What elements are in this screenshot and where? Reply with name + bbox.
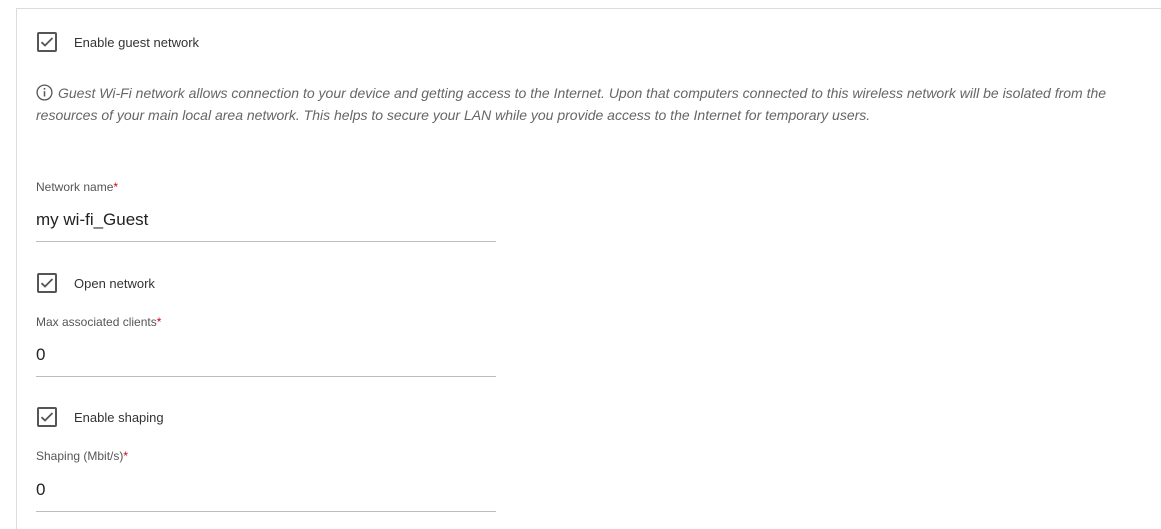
- checkmark-icon: [40, 412, 54, 422]
- info-icon: [36, 84, 53, 101]
- open-network-label: Open network: [74, 275, 155, 291]
- network-name-input[interactable]: [36, 207, 496, 233]
- network-name-field[interactable]: [36, 207, 496, 242]
- enable-guest-network-checkbox[interactable]: [37, 32, 57, 52]
- enable-shaping-row[interactable]: Enable shaping: [37, 406, 164, 428]
- max-clients-field[interactable]: [36, 342, 496, 377]
- enable-guest-network-label: Enable guest network: [74, 34, 200, 50]
- shaping-input[interactable]: [36, 477, 496, 503]
- required-mark: *: [156, 315, 162, 329]
- required-mark: *: [123, 449, 129, 463]
- shaping-field[interactable]: [36, 477, 496, 512]
- enable-guest-network-row[interactable]: Enable guest network: [37, 31, 199, 53]
- max-clients-label-text: Max associated clients: [36, 315, 157, 329]
- checkmark-icon: [40, 278, 54, 288]
- guest-network-info-text: Guest Wi-Fi network allows connection to…: [36, 85, 1107, 123]
- max-clients-label: Max associated clients*: [36, 315, 161, 329]
- enable-shaping-label: Enable shaping: [74, 409, 164, 425]
- enable-shaping-checkbox[interactable]: [37, 407, 57, 427]
- shaping-label: Shaping (Mbit/s)*: [36, 449, 128, 463]
- network-name-label-text: Network name: [36, 180, 114, 194]
- guest-network-info: Guest Wi-Fi network allows connection to…: [36, 82, 1146, 126]
- shaping-label-text: Shaping (Mbit/s): [36, 449, 124, 463]
- checkmark-icon: [40, 37, 54, 47]
- network-name-label: Network name*: [36, 180, 118, 194]
- open-network-checkbox[interactable]: [37, 273, 57, 293]
- max-clients-input[interactable]: [36, 342, 496, 368]
- open-network-row[interactable]: Open network: [37, 272, 155, 294]
- guest-network-panel: Enable guest network Guest Wi-Fi network…: [16, 8, 1161, 529]
- required-mark: *: [113, 180, 119, 194]
